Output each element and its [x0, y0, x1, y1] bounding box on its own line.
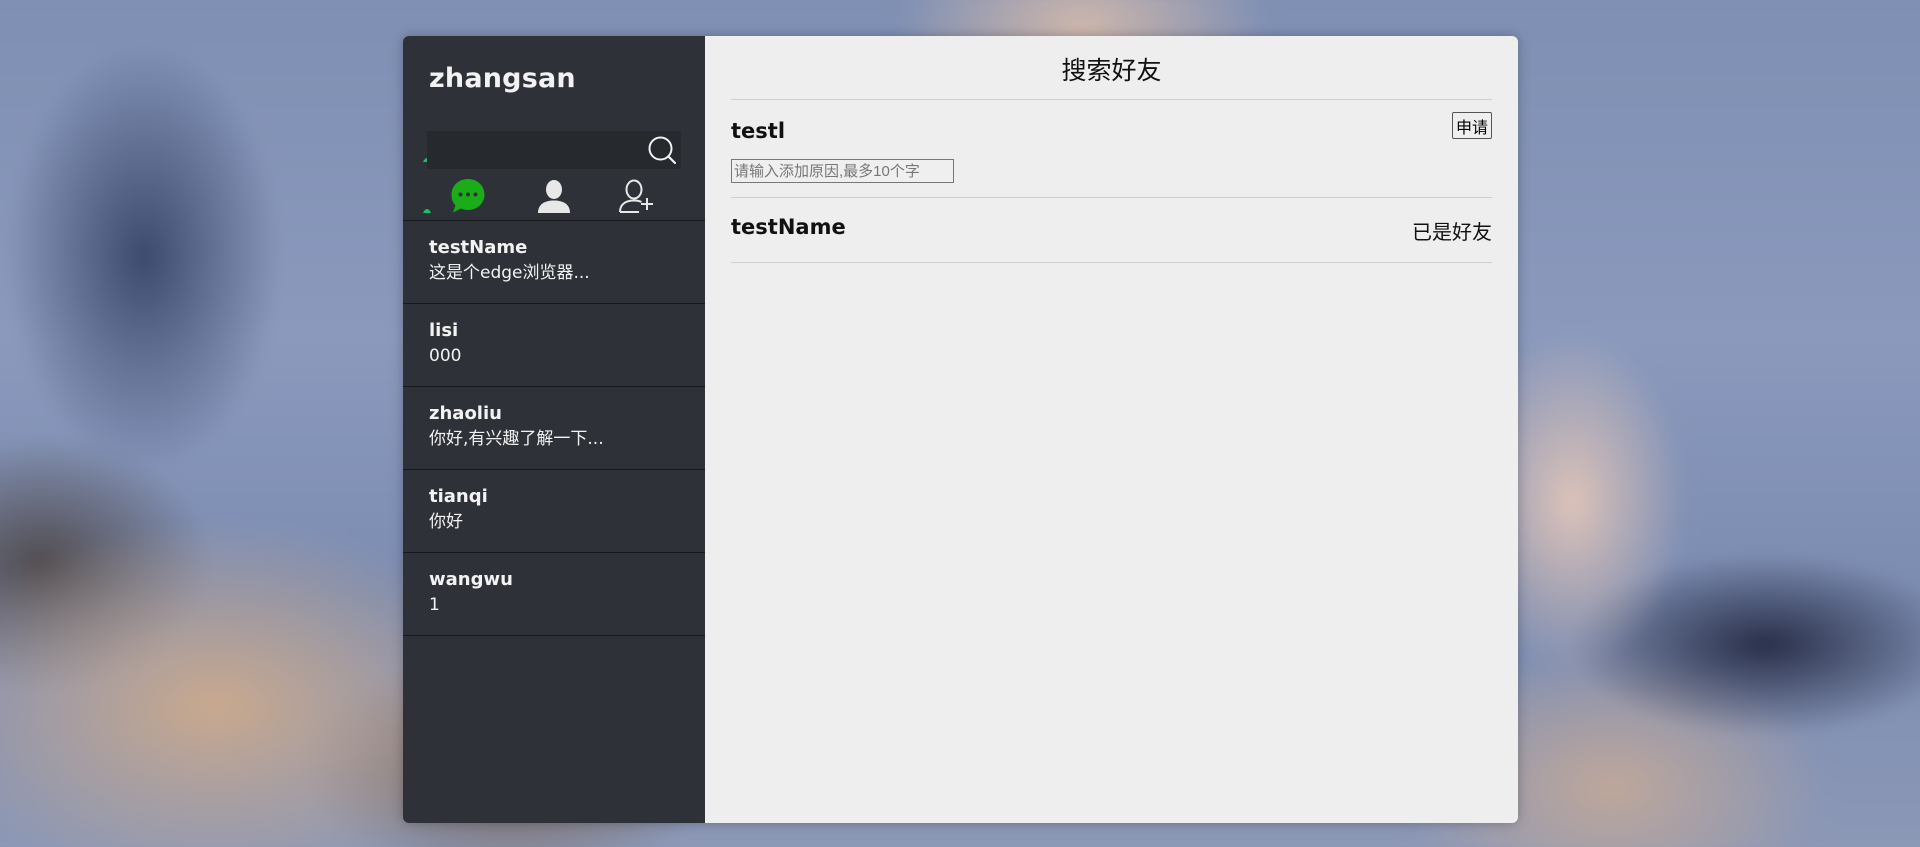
chat-list-item[interactable]: tianqi 你好 [403, 470, 705, 553]
chat-last-message: 你好 [429, 512, 463, 532]
chat-last-message: 你好,有兴趣了解一下... [429, 429, 604, 449]
chat-app-window: zhangsan testName 这是个edge浏览器... lisi 000… [403, 36, 1518, 823]
chat-last-message: 1 [429, 595, 440, 615]
search-icon[interactable] [647, 135, 677, 165]
chat-list-item[interactable]: testName 这是个edge浏览器... [403, 221, 705, 304]
chat-list-item[interactable]: wangwu 1 [403, 553, 705, 636]
chat-contact-name: tianqi [429, 486, 488, 507]
chat-last-message: 这是个edge浏览器... [429, 263, 590, 283]
chat-contact-name: testName [429, 237, 528, 258]
search-input[interactable] [427, 131, 632, 169]
add-reason-input[interactable] [731, 159, 954, 183]
chat-contact-name: zhaoliu [429, 403, 502, 424]
search-friends-panel: 搜索好友 testl 申请 testName 已是好友 [705, 36, 1518, 823]
already-friends-status: 已是好友 [1412, 220, 1492, 244]
chat-contact-name: wangwu [429, 569, 513, 590]
sidebar-nav [403, 176, 705, 216]
chat-icon[interactable] [448, 176, 488, 216]
add-friend-icon[interactable] [617, 176, 657, 216]
contacts-icon[interactable] [534, 176, 574, 216]
chat-list-item[interactable]: lisi 000 [403, 304, 705, 387]
result-username: testName [731, 215, 846, 239]
result-username: testl [731, 119, 786, 143]
chat-contact-name: lisi [429, 320, 459, 341]
page-title: 搜索好友 [731, 51, 1492, 100]
chat-list-item[interactable]: zhaoliu 你好,有兴趣了解一下... [403, 387, 705, 470]
current-username: zhangsan [429, 63, 576, 94]
chat-list: testName 这是个edge浏览器... lisi 000 zhaoliu … [403, 220, 705, 636]
search-result-row: testl 申请 [731, 100, 1492, 198]
apply-friend-button[interactable]: 申请 [1451, 112, 1492, 139]
sidebar: zhangsan testName 这是个edge浏览器... lisi 000… [403, 36, 705, 823]
search-result-row: testName 已是好友 [731, 198, 1492, 263]
search-box [427, 131, 681, 169]
chat-last-message: 000 [429, 346, 462, 366]
